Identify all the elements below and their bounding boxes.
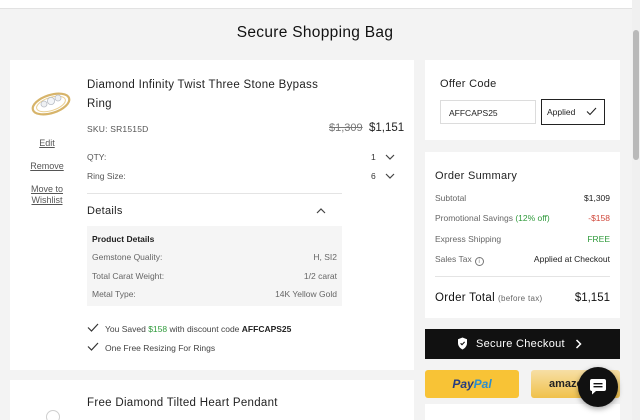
offer-code-input[interactable]: AFFCAPS25	[440, 100, 536, 124]
total-label-text: Order Total	[435, 292, 495, 304]
chat-button[interactable]	[578, 367, 618, 407]
summary-row-shipping: Express Shipping FREE	[435, 234, 610, 244]
chevron-up-icon[interactable]	[316, 207, 326, 215]
qty-label: QTY:	[87, 152, 107, 162]
product-details-box: Product Details Gemstone Quality: H, SI2…	[87, 226, 342, 306]
summary-value: FREE	[587, 234, 610, 244]
offer-code-card: Offer Code AFFCAPS25 Applied	[425, 60, 620, 140]
total-sub-text: (before tax)	[497, 294, 543, 303]
summary-label: Sales Tax	[435, 254, 472, 264]
summary-value: Applied at Checkout	[533, 254, 610, 264]
discount-code-text: AFFCAPS25	[241, 324, 292, 334]
detail-label: Gemstone Quality:	[92, 252, 163, 262]
detail-value: 1/2 carat	[303, 271, 337, 281]
check-icon	[87, 323, 99, 332]
scrollbar-thumb[interactable]	[633, 30, 639, 160]
saved-prefix: You Saved	[105, 324, 146, 334]
detail-row: Total Carat Weight: 1/2 carat	[92, 271, 337, 281]
checkout-label: Secure Checkout	[476, 338, 565, 350]
ring-size-value[interactable]: 6	[371, 171, 376, 181]
order-total-value: $1,151	[574, 292, 610, 304]
original-price: $1,309	[329, 122, 363, 134]
ring-size-label: Ring Size:	[87, 171, 126, 181]
check-icon	[87, 342, 99, 351]
paypal-logo-b: Pal	[473, 377, 492, 391]
chat-icon	[590, 379, 606, 395]
detail-value: H, SI2	[313, 252, 337, 262]
chevron-down-icon[interactable]	[385, 153, 395, 161]
cart-item-card: Edit Remove Move to Wishlist Diamond Inf…	[10, 60, 414, 370]
info-icon[interactable]: i	[474, 257, 484, 266]
qty-value[interactable]: 1	[371, 152, 376, 162]
resizing-note: One Free Resizing For Rings	[87, 342, 215, 353]
shield-icon	[458, 337, 467, 350]
product-name[interactable]: Diamond Infinity Twist Three Stone Bypas…	[87, 76, 332, 114]
resizing-text: One Free Resizing For Rings	[105, 343, 216, 353]
pendant-thumbnail[interactable]	[46, 410, 60, 420]
applied-label: Applied	[547, 107, 576, 117]
detail-label: Total Carat Weight:	[92, 271, 165, 281]
summary-label: Subtotal	[435, 193, 467, 203]
detail-row: Gemstone Quality: H, SI2	[92, 252, 337, 262]
cart-item-card: Free Diamond Tilted Heart Pendant	[10, 380, 414, 420]
detail-label: Metal Type:	[92, 289, 136, 299]
order-summary-title: Order Summary	[435, 170, 518, 182]
detail-value: 14K Yellow Gold	[275, 289, 337, 299]
detail-row: Metal Type: 14K Yellow Gold	[92, 289, 337, 299]
order-total-label: Order Total (before tax)	[435, 292, 543, 304]
applied-button[interactable]: Applied	[541, 99, 605, 125]
check-icon	[586, 107, 597, 116]
summary-value: -$158	[588, 213, 610, 223]
secure-checkout-button[interactable]: Secure Checkout	[425, 329, 620, 359]
summary-label: Promotional Savings	[435, 213, 513, 223]
paypal-button[interactable]: PayPal	[425, 370, 519, 398]
divider	[87, 193, 342, 194]
summary-row-subtotal: Subtotal $1,309	[435, 193, 610, 203]
product-details-heading: Product Details	[92, 234, 155, 244]
product-sku: SKU: SR1515D	[87, 124, 149, 134]
savings-percent: (12% off)	[515, 213, 550, 223]
savings-note: You Saved $158 with discount code AFFCAP…	[87, 323, 291, 334]
summary-row-savings: Promotional Savings (12% off) -$158	[435, 213, 610, 223]
paypal-logo-a: Pay	[452, 377, 474, 391]
summary-row-tax: Sales Tax i Applied at Checkout	[435, 254, 610, 266]
move-to-wishlist-link[interactable]: Move to Wishlist	[24, 184, 70, 207]
chevron-down-icon[interactable]	[385, 172, 395, 180]
next-panel	[425, 404, 620, 420]
product-name[interactable]: Free Diamond Tilted Heart Pendant	[87, 397, 278, 409]
sale-price: $1,151	[369, 122, 405, 134]
remove-link[interactable]: Remove	[24, 161, 70, 172]
order-summary-card: Order Summary Subtotal $1,309 Promotiona…	[425, 152, 620, 318]
summary-value: $1,309	[584, 193, 610, 203]
top-header-bar	[0, 0, 632, 9]
edit-link[interactable]: Edit	[24, 138, 70, 149]
page-title: Secure Shopping Bag	[236, 24, 394, 41]
offer-code-title: Offer Code	[440, 78, 497, 90]
divider	[435, 276, 610, 277]
saved-mid-text: with discount code	[169, 324, 240, 334]
page-scrollbar[interactable]	[632, 0, 640, 420]
summary-label: Express Shipping	[435, 234, 502, 244]
ring-thumbnail[interactable]	[26, 82, 76, 122]
arrow-right-icon	[575, 339, 582, 349]
saved-amount: $158	[148, 324, 168, 334]
details-toggle[interactable]: Details	[87, 205, 123, 217]
